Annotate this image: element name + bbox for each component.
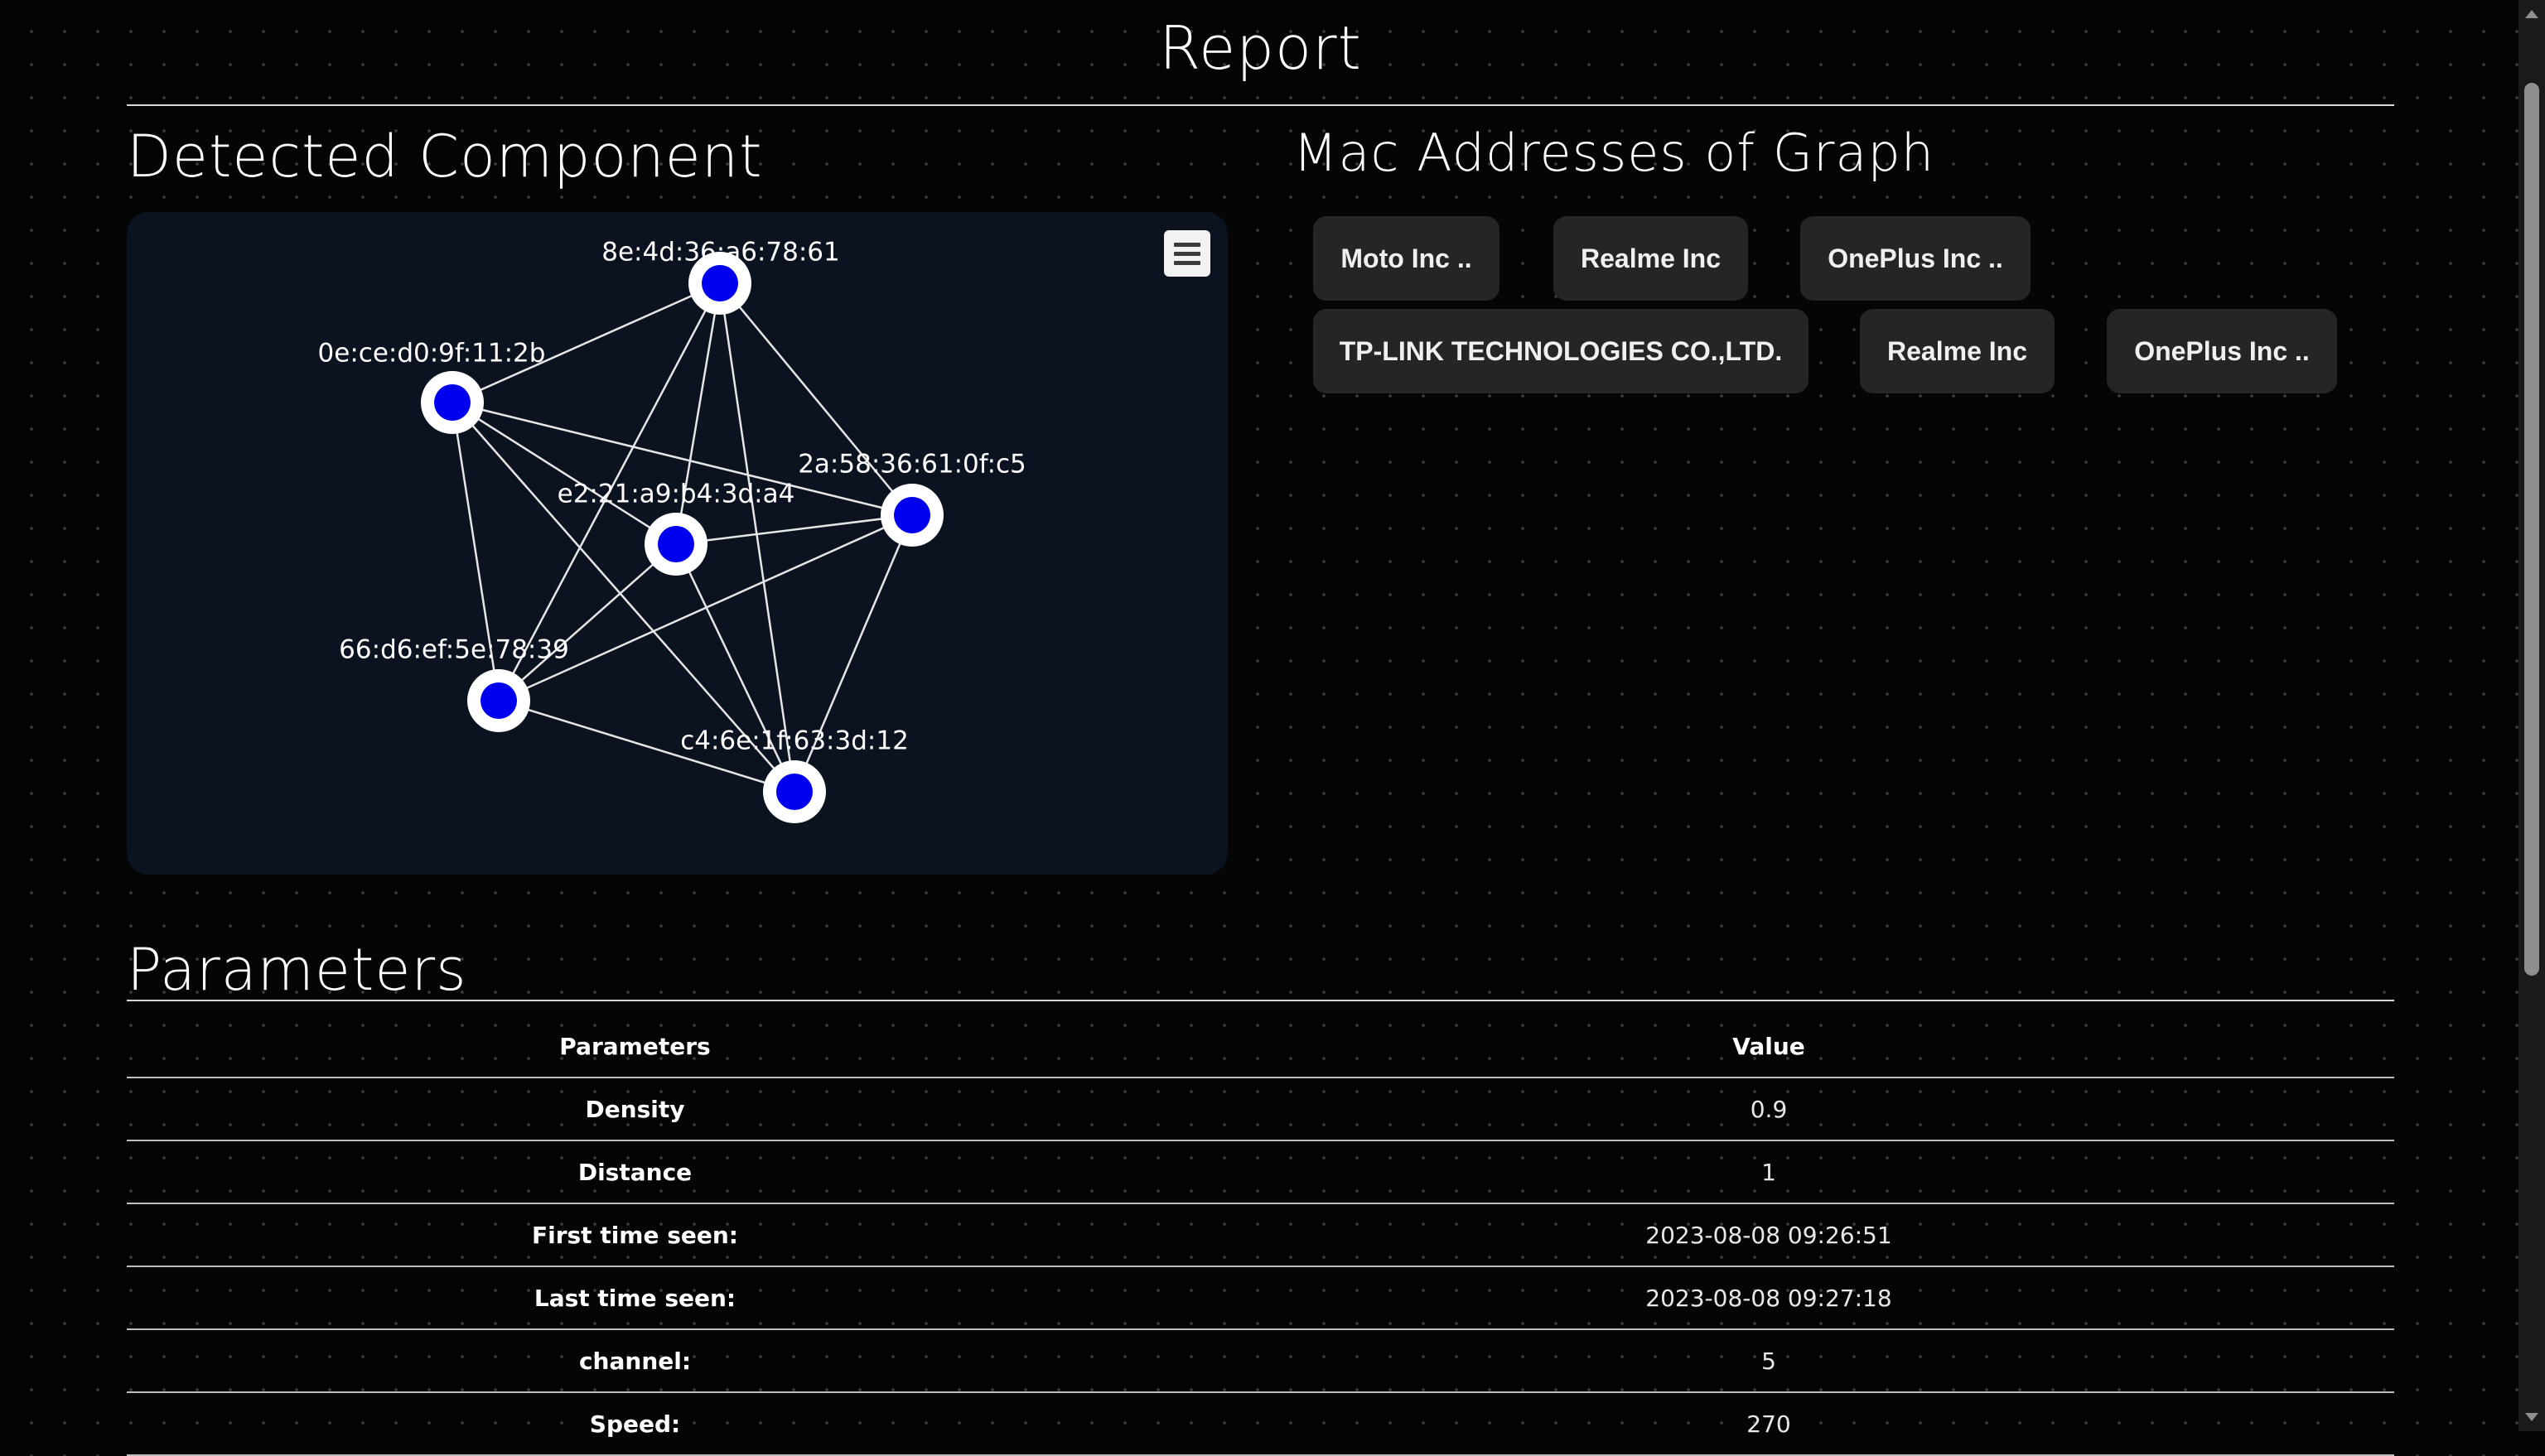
parameters-table: Parameters Value Density 0.9 Distance 1 … [127,1015,2394,1456]
param-name: channel: [127,1329,1143,1393]
node-label: c4:6e:1f:63:3d:12 [680,726,909,756]
table-row: Speed: 270 [127,1392,2394,1456]
mac-addresses-heading: Mac Addresses of Graph [1293,123,1934,183]
hamburger-menu-icon[interactable] [1164,230,1210,277]
vertical-scrollbar[interactable] [2518,0,2545,1431]
scroll-up-arrow-icon[interactable] [2525,10,2538,18]
title-divider [127,104,2394,106]
graph-edge [452,401,677,546]
node-label: e2:21:a9:b4:3d:a4 [558,480,795,509]
table-row: channel: 5 [127,1329,2394,1393]
column-header-parameters: Parameters [127,1015,1143,1078]
table-row: Last time seen: 2023-08-08 09:27:18 [127,1266,2394,1330]
table-row: First time seen: 2023-08-08 09:26:51 [127,1203,2394,1267]
vendor-chip-tp-link[interactable]: TP-LINK TECHNOLOGIES CO.,LTD. [1313,309,1809,393]
column-header-value: Value [1143,1015,2394,1078]
param-name: Density [127,1078,1143,1141]
detected-component-heading: Detected Component [127,123,763,190]
scrollbar-thumb[interactable] [2524,83,2539,976]
parameters-heading: Parameters [127,936,467,1004]
node-label: 2a:58:36:61:0f:c5 [798,450,1026,480]
parameters-divider [127,1000,2394,1001]
menu-bar [1174,251,1200,256]
param-value: 0.9 [1143,1078,2394,1141]
node-label: 8e:4d:36:a6:78:61 [601,238,839,268]
menu-bar [1174,260,1200,265]
param-name: First time seen: [127,1203,1143,1267]
vendor-chip-realme[interactable]: Realme Inc [1553,216,1748,301]
graph-node[interactable] [645,513,707,576]
table-header-row: Parameters Value [127,1015,2394,1078]
param-value: 2023-08-08 09:26:51 [1143,1203,2394,1267]
graph-node[interactable] [421,371,484,434]
graph-node[interactable] [881,484,944,547]
param-value: 2023-08-08 09:27:18 [1143,1266,2394,1330]
param-name: Speed: [127,1392,1143,1456]
vendor-chip-oneplus[interactable]: OnePlus Inc .. [1800,216,2031,301]
table-row: Distance 1 [127,1140,2394,1204]
graph-edge [675,513,913,546]
param-value: 5 [1143,1329,2394,1393]
menu-bar [1174,242,1200,247]
vendor-chip-oneplus[interactable]: OnePlus Inc .. [2107,309,2337,393]
graph-edge [498,543,677,701]
vendor-chip-realme[interactable]: Realme Inc [1860,309,2055,393]
graph-panel[interactable]: 8e:4d:36:a6:78:61 0e:ce:d0:9f:11:2b 2a:58:… [127,212,1228,875]
node-label: 0e:ce:d0:9f:11:2b [318,339,546,369]
vendor-chip-moto[interactable]: Moto Inc .. [1313,216,1499,301]
network-graph[interactable]: 8e:4d:36:a6:78:61 0e:ce:d0:9f:11:2b 2a:58:… [127,212,1228,875]
param-value: 1 [1143,1140,2394,1204]
param-value: 270 [1143,1392,2394,1456]
param-name: Last time seen: [127,1266,1143,1330]
node-label: 66:d6:ef:5e:78:39 [339,635,569,665]
page-title: Report [1159,13,1362,83]
table-row: Density 0.9 [127,1078,2394,1141]
graph-node[interactable] [763,760,826,823]
scroll-down-arrow-icon[interactable] [2525,1413,2538,1421]
graph-node[interactable] [467,669,530,732]
param-name: Distance [127,1140,1143,1204]
